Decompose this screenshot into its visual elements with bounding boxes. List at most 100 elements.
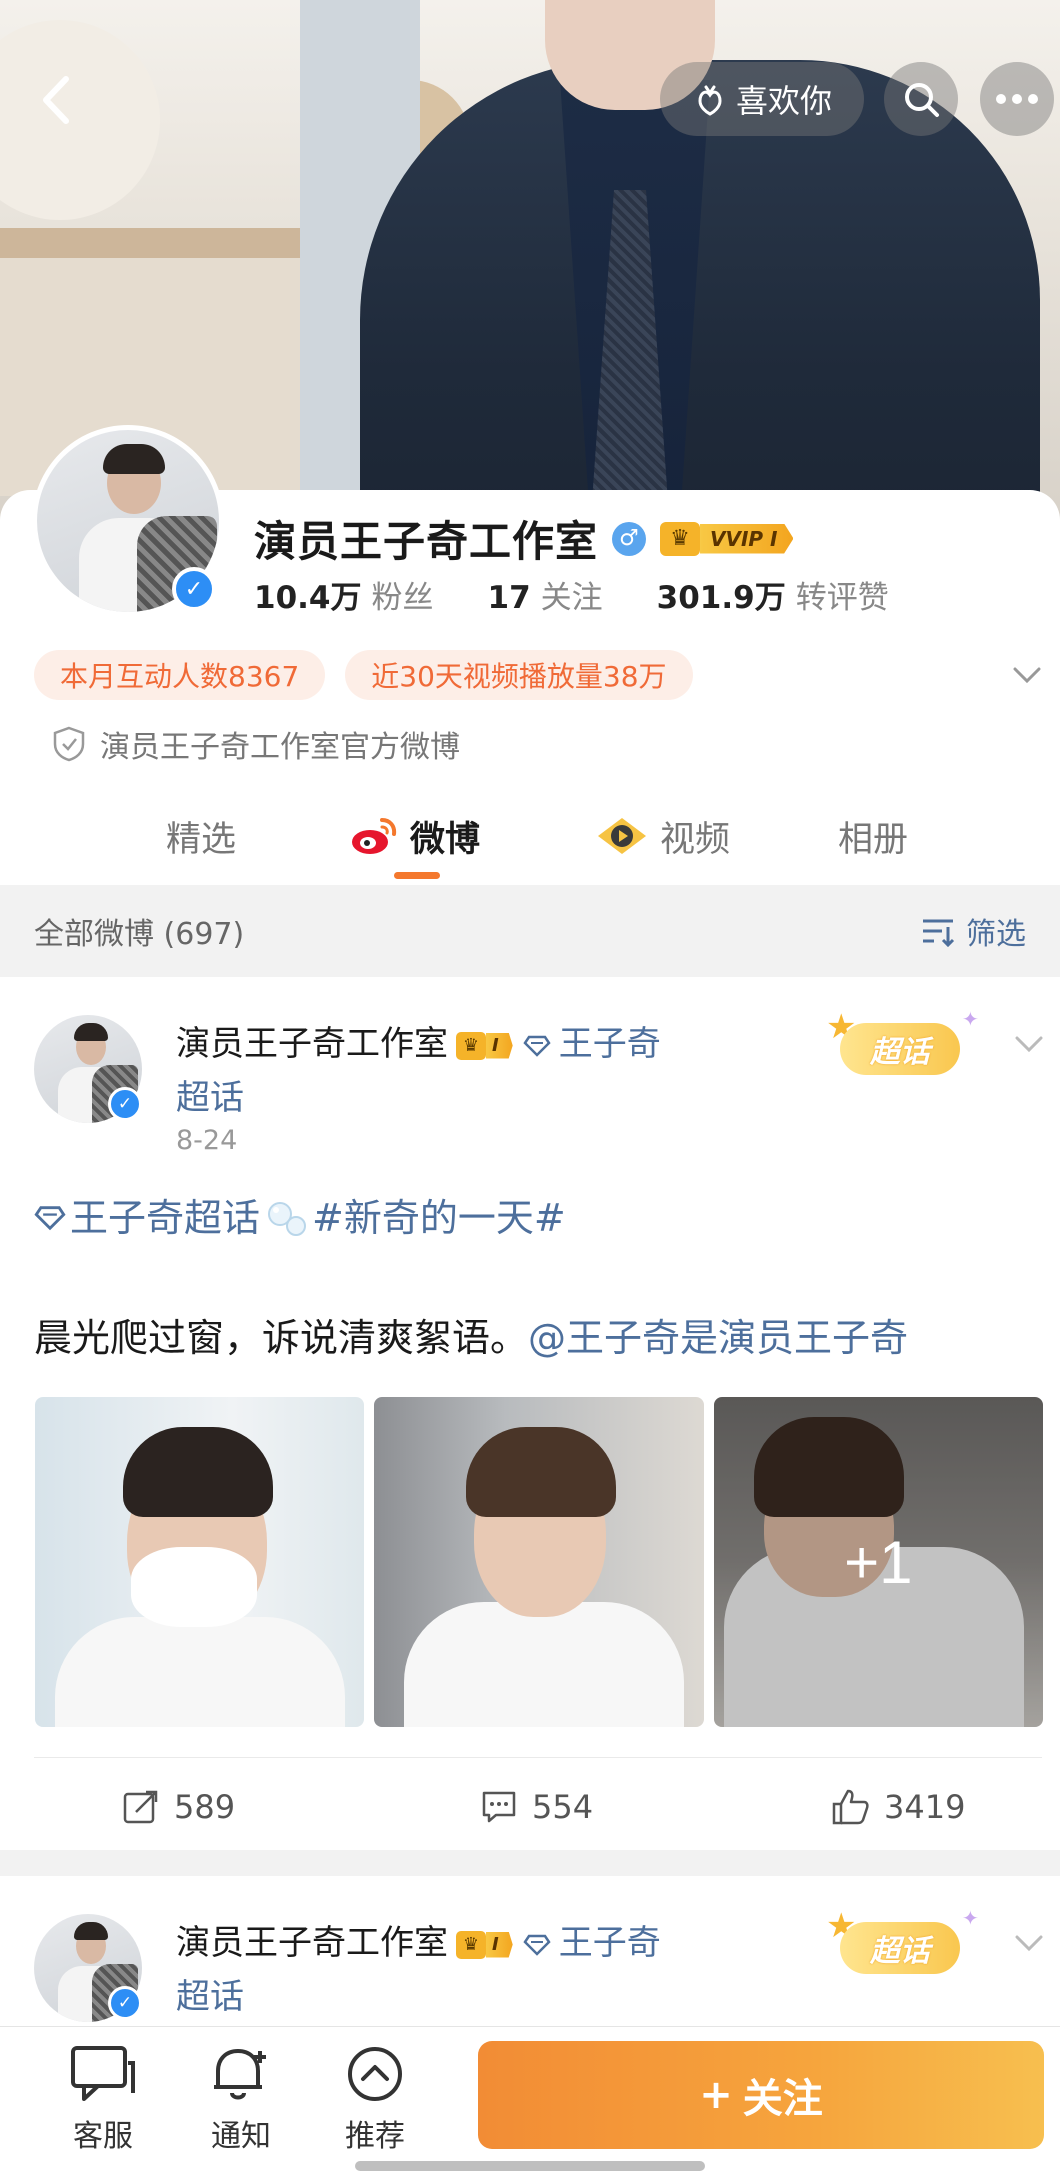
tab-album[interactable]: 相册: [838, 806, 908, 866]
like-you-button[interactable]: 喜欢你: [660, 62, 864, 136]
like-button[interactable]: 3419: [830, 1777, 965, 1837]
crown-icon: ♛: [456, 1930, 486, 1959]
photo-hair: [466, 1427, 617, 1517]
repost-button[interactable]: 589: [122, 1777, 235, 1837]
crown-icon: ♛: [456, 1031, 486, 1060]
post-header: 演员王子奇工作室 ♛ I 王子奇 超话: [176, 1916, 776, 2024]
post-body-text: 晨光爬过窗，诉说清爽絮语。: [34, 1316, 529, 1360]
like-you-label: 喜欢你: [735, 82, 832, 120]
hashtag-link[interactable]: #新奇的一天#: [312, 1193, 566, 1243]
post-photo-grid: +1: [35, 1397, 1043, 1727]
customer-service-label: 客服: [73, 2119, 133, 2154]
plus-icon: +: [699, 2072, 733, 2118]
more-button[interactable]: [980, 62, 1054, 136]
vip-level-label: I: [486, 1931, 513, 1958]
notify-label: 通知: [211, 2119, 271, 2154]
chevron-down-icon: [1015, 1036, 1043, 1053]
super-topic-link[interactable]: 王子奇超话: [70, 1193, 260, 1243]
tab-video-label: 视频: [660, 819, 731, 860]
post-menu-button[interactable]: [1012, 1029, 1046, 1059]
vip-level-badge[interactable]: ♛ I: [456, 1031, 513, 1061]
chevron-left-icon: [43, 76, 69, 124]
crown-icon: ♛: [660, 521, 701, 556]
tab-video[interactable]: 视频: [596, 806, 730, 866]
post-photo[interactable]: [374, 1397, 704, 1727]
male-gender-icon: ♂: [612, 521, 647, 556]
bubble-emoji-icon: [264, 1198, 308, 1238]
sparkle-icon: ✦: [962, 1906, 979, 1930]
profile-stats: 10.4万 粉丝 17 关注 301.9万 转评赞: [254, 572, 889, 617]
stat-engagement[interactable]: 301.9万 转评赞: [657, 572, 889, 617]
vip-level-badge[interactable]: ♛ I: [456, 1930, 513, 1960]
profile-name: 演员王子奇工作室: [254, 517, 599, 566]
filter-button[interactable]: 筛选: [920, 909, 1026, 953]
all-posts-count[interactable]: 全部微博 (697): [34, 909, 244, 953]
filter-bar: 全部微博 (697) 筛选: [0, 885, 1060, 977]
notify-button[interactable]: 通知: [186, 2045, 296, 2155]
video-play-icon: [598, 818, 646, 854]
post-timestamp: 8-24: [176, 1125, 238, 1156]
more-dots-icon: [996, 94, 1038, 104]
diamond-icon: [523, 1035, 551, 1057]
tab-weibo[interactable]: 微博: [350, 806, 480, 866]
follow-label: 关注: [742, 2076, 823, 2122]
stat-fans[interactable]: 10.4万 粉丝: [254, 572, 434, 617]
profile-tags: 本月互动人数8367 近30天视频播放量38万: [34, 650, 693, 700]
comment-icon: [482, 1791, 516, 1823]
tab-weibo-label: 微博: [410, 819, 481, 860]
verified-badge-icon: ✓: [172, 567, 216, 611]
post-separator: [0, 1850, 1060, 1876]
back-button[interactable]: [26, 70, 86, 130]
stat-following[interactable]: 17 关注: [488, 572, 603, 617]
vip-badge[interactable]: ♛ VVIP I: [660, 521, 794, 557]
super-topic-suffix: 超话: [176, 1977, 244, 2017]
diamond-icon: [523, 1934, 551, 1956]
post-topic-line: 王子奇超话 #新奇的一天#: [34, 1193, 566, 1243]
post-avatar-hair: [74, 1023, 108, 1041]
verified-badge-icon: ✓: [108, 1986, 142, 2020]
post-header: 演员王子奇工作室 ♛ I 王子奇超话: [176, 1017, 776, 1125]
expand-profile-button[interactable]: [1012, 660, 1042, 690]
chevron-down-icon: [1015, 1935, 1043, 1952]
home-indicator: [355, 2161, 705, 2171]
post-photo[interactable]: [35, 1397, 365, 1727]
mention-link[interactable]: @王子奇是演员王子奇: [528, 1316, 908, 1360]
hand-heart-icon: [698, 85, 722, 116]
official-description-text: 演员王子奇工作室官方微博: [100, 730, 460, 765]
follow-button[interactable]: + 关注: [478, 2041, 1044, 2149]
chevron-down-icon: [1013, 667, 1041, 684]
comment-button[interactable]: 554: [480, 1777, 593, 1837]
profile-avatar[interactable]: ✓: [32, 425, 224, 617]
tag-video-plays[interactable]: 近30天视频播放量38万: [345, 650, 693, 700]
tab-featured[interactable]: 精选: [166, 806, 236, 866]
vip-label: VVIP I: [700, 523, 794, 554]
super-topic-badge[interactable]: ★ 超话 ✦: [826, 1906, 979, 1986]
shield-icon: [53, 726, 85, 762]
post-menu-button[interactable]: [1012, 1928, 1046, 1958]
repost-count: 589: [174, 1788, 236, 1826]
super-topic-name: 王子奇: [558, 1024, 661, 1064]
verified-badge-icon: ✓: [108, 1087, 142, 1121]
super-topic-suffix: 超话: [176, 1078, 244, 1118]
tag-monthly-interactions[interactable]: 本月互动人数8367: [34, 650, 326, 700]
post-card[interactable]: ✓ 演员王子奇工作室 ♛ I 王子奇 超话 8-24 ★ 超话 ✦ 王子奇超话 #新奇的…: [0, 977, 1060, 1850]
chat-bubble-icon: [71, 2046, 135, 2101]
tab-featured-label: 精选: [166, 819, 237, 860]
search-button[interactable]: [884, 62, 958, 136]
chevron-up-circle-icon: [348, 2047, 402, 2101]
repost-icon: [123, 1790, 158, 1824]
super-topic-badge[interactable]: ★ 超话 ✦: [826, 1007, 979, 1087]
photo-hair: [123, 1427, 273, 1517]
super-topic-badge-label: 超话: [840, 1922, 960, 1974]
post-avatar-hair: [74, 1922, 108, 1940]
official-description: 演员王子奇工作室官方微博: [52, 722, 460, 766]
filter-label: 筛选: [966, 917, 1026, 952]
post-photo[interactable]: +1: [713, 1397, 1043, 1727]
post-author-name[interactable]: 演员王子奇工作室: [176, 1923, 448, 1963]
customer-service-button[interactable]: 客服: [48, 2045, 158, 2155]
stat-engagement-label: 转评赞: [795, 580, 889, 616]
super-topic-badge-label: 超话: [840, 1023, 960, 1075]
post-author-name[interactable]: 演员王子奇工作室: [176, 1024, 448, 1064]
post-actions: 589 554 3419: [0, 1777, 1060, 1837]
recommend-button[interactable]: 推荐: [320, 2045, 430, 2155]
